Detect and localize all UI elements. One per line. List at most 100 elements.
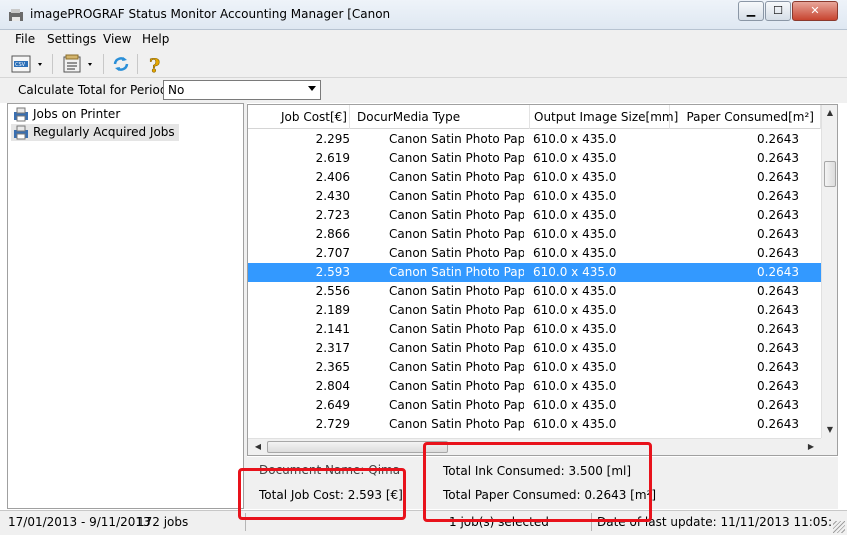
- cell-output-size: 610.0 x 435.0: [533, 322, 617, 336]
- cell-paper-consumed: 0.2643: [757, 265, 799, 279]
- cell-media-type: Canon Satin Photo Pap...: [389, 189, 524, 203]
- menu-help[interactable]: Help: [142, 32, 169, 46]
- cell-paper-consumed: 0.2643: [757, 417, 799, 431]
- cell-media-type: Canon Satin Photo Pap...: [389, 246, 524, 260]
- column-header-job-cost[interactable]: Job Cost[€]: [248, 105, 350, 129]
- cell-output-size: 610.0 x 435.0: [533, 341, 617, 355]
- status-divider: [245, 513, 246, 531]
- cell-job-cost: 2.804: [315, 379, 350, 393]
- cell-media-type: Canon Satin Photo Pap...: [389, 398, 524, 412]
- table-row[interactable]: 2.317 Canon Satin Photo Pap... 610.0 x 435…: [248, 339, 821, 358]
- table-row[interactable]: 2.141 Canon Satin Photo Pap... 610.0 x 435…: [248, 320, 821, 339]
- properties-icon: [60, 53, 100, 75]
- resize-grip-icon[interactable]: [833, 521, 845, 533]
- table-row[interactable]: 2.556 Canon Satin Photo Pap... 610.0 x 435…: [248, 282, 821, 301]
- cell-media-type: Canon Satin Photo Pap...: [389, 208, 524, 222]
- scroll-down-icon[interactable]: ▼: [822, 422, 837, 438]
- table-row[interactable]: 2.866 Canon Satin Photo Pap... 610.0 x 435…: [248, 225, 821, 244]
- status-selected-count: 1 job(s) selected: [449, 515, 549, 529]
- properties-button[interactable]: [60, 53, 100, 75]
- app-icon: [8, 7, 24, 23]
- table-row[interactable]: 2.365 Canon Satin Photo Pap... 610.0 x 435…: [248, 358, 821, 377]
- vertical-scrollbar[interactable]: ▲ ▼: [821, 105, 837, 438]
- table-row[interactable]: 2.593 Canon Satin Photo Pap... 610.0 x 435…: [248, 263, 821, 282]
- cell-paper-consumed: 0.2643: [757, 170, 799, 184]
- table-row[interactable]: 2.707 Canon Satin Photo Pap... 610.0 x 435…: [248, 244, 821, 263]
- cell-media-type: Canon Satin Photo Pap...: [389, 379, 524, 393]
- cell-paper-consumed: 0.2643: [757, 227, 799, 241]
- status-bar: 17/01/2013 - 9/11/2013 172 jobs 1 job(s)…: [0, 510, 847, 535]
- table-row[interactable]: 2.649 Canon Satin Photo Pap... 610.0 x 435…: [248, 396, 821, 415]
- tree-item-label: Regularly Acquired Jobs: [33, 125, 175, 139]
- column-header-media-type[interactable]: DocurMedia Type: [350, 105, 530, 129]
- table-row[interactable]: 2.619 Canon Satin Photo Pap... 610.0 x 435…: [248, 149, 821, 168]
- close-button[interactable]: ✕: [792, 1, 838, 21]
- status-job-count: 172 jobs: [137, 515, 189, 529]
- cell-media-type: Canon Satin Photo Pap...: [389, 303, 524, 317]
- cell-output-size: 610.0 x 435.0: [533, 265, 617, 279]
- table-row[interactable]: 2.295 Canon Satin Photo Pap... 610.0 x 435…: [248, 130, 821, 149]
- cell-job-cost: 2.365: [315, 360, 350, 374]
- cell-output-size: 610.0 x 435.0: [533, 151, 617, 165]
- toolbar: CSV ?: [0, 50, 847, 78]
- cell-job-cost: 2.430: [315, 189, 350, 203]
- column-header-paper-consumed[interactable]: Paper Consumed[m²]: [670, 105, 821, 129]
- svg-text:?: ?: [149, 55, 160, 75]
- menu-file[interactable]: File: [15, 32, 35, 46]
- table-row[interactable]: 2.189 Canon Satin Photo Pap... 610.0 x 435…: [248, 301, 821, 320]
- table-row[interactable]: 2.804 Canon Satin Photo Pap... 610.0 x 435…: [248, 377, 821, 396]
- table-row[interactable]: 2.723 Canon Satin Photo Pap... 610.0 x 435…: [248, 206, 821, 225]
- cell-job-cost: 2.189: [315, 303, 350, 317]
- table-row[interactable]: 2.406 Canon Satin Photo Pap... 610.0 x 435…: [248, 168, 821, 187]
- cell-paper-consumed: 0.2643: [757, 398, 799, 412]
- cell-job-cost: 2.619: [315, 151, 350, 165]
- cell-media-type: Canon Satin Photo Pap...: [389, 265, 524, 279]
- cell-output-size: 610.0 x 435.0: [533, 227, 617, 241]
- vertical-scroll-thumb[interactable]: [824, 161, 836, 187]
- horizontal-scrollbar[interactable]: ◀ ▶: [248, 438, 821, 455]
- period-bar: Calculate Total for Period: No: [0, 78, 847, 103]
- cell-output-size: 610.0 x 435.0: [533, 246, 617, 260]
- cell-job-cost: 2.707: [315, 246, 350, 260]
- toolbar-separator: [137, 54, 138, 74]
- tree-item-jobs-on-printer[interactable]: Jobs on Printer: [11, 106, 120, 123]
- horizontal-scroll-thumb[interactable]: [267, 441, 448, 453]
- column-header-output-size[interactable]: Output Image Size[mm]: [530, 105, 678, 129]
- status-last-update: Date of last update: 11/11/2013 11:05:10: [597, 515, 832, 529]
- toolbar-separator: [103, 54, 104, 74]
- job-tree: Jobs on Printer Regularly Acquired Jobs: [7, 103, 244, 509]
- status-divider: [591, 513, 592, 531]
- cell-paper-consumed: 0.2643: [757, 341, 799, 355]
- cell-media-type: Canon Satin Photo Pap...: [389, 151, 524, 165]
- menu-settings[interactable]: Settings: [47, 32, 96, 46]
- cell-output-size: 610.0 x 435.0: [533, 208, 617, 222]
- cell-media-type: Canon Satin Photo Pap...: [389, 132, 524, 146]
- scroll-up-icon[interactable]: ▲: [822, 105, 837, 121]
- refresh-button[interactable]: [110, 53, 132, 75]
- cell-job-cost: 2.593: [315, 265, 350, 279]
- cell-media-type: Canon Satin Photo Pap...: [389, 322, 524, 336]
- scroll-left-icon[interactable]: ◀: [250, 439, 266, 455]
- table-row[interactable]: 2.729 Canon Satin Photo Pap... 610.0 x 435…: [248, 415, 821, 434]
- total-ink-consumed: Total Ink Consumed: 3.500 [ml]: [443, 464, 632, 478]
- tree-item-regularly-acquired-jobs[interactable]: Regularly Acquired Jobs: [11, 124, 179, 141]
- csv-export-button[interactable]: CSV: [10, 53, 46, 75]
- toolbar-separator: [52, 54, 53, 74]
- jobs-list: Job Cost[€] DocurMedia Type Output Image…: [247, 104, 838, 456]
- scroll-right-icon[interactable]: ▶: [803, 439, 819, 455]
- cell-paper-consumed: 0.2643: [757, 132, 799, 146]
- period-label: Calculate Total for Period:: [18, 83, 172, 97]
- help-button[interactable]: ?: [144, 53, 166, 75]
- cell-paper-consumed: 0.2643: [757, 151, 799, 165]
- cell-output-size: 610.0 x 435.0: [533, 417, 617, 431]
- cell-job-cost: 2.866: [315, 227, 350, 241]
- menu-view[interactable]: View: [103, 32, 131, 46]
- minimize-button[interactable]: ▁: [738, 1, 764, 21]
- period-dropdown[interactable]: No: [163, 80, 321, 100]
- table-row[interactable]: 2.430 Canon Satin Photo Pap... 610.0 x 435…: [248, 187, 821, 206]
- cell-paper-consumed: 0.2643: [757, 360, 799, 374]
- document-name: Document Name: Qima: [259, 463, 401, 477]
- cell-output-size: 610.0 x 435.0: [533, 398, 617, 412]
- cell-job-cost: 2.141: [315, 322, 350, 336]
- maximize-button[interactable]: ☐: [765, 1, 791, 21]
